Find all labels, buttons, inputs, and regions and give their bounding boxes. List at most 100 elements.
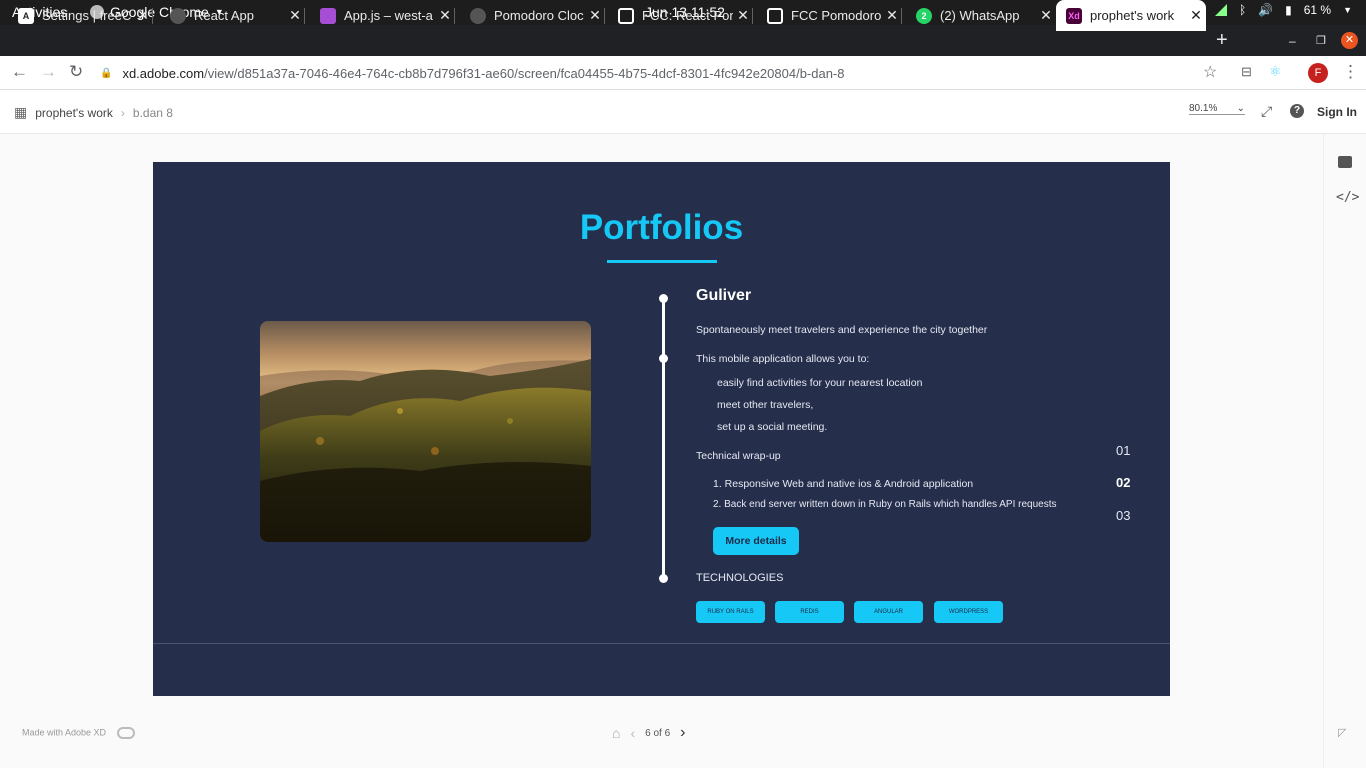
chevron-right-icon[interactable]: › bbox=[680, 724, 685, 742]
forest-landscape-image bbox=[260, 321, 591, 542]
forward-arrow-icon[interactable]: → bbox=[40, 62, 57, 82]
tab-title: prophet's work bbox=[1090, 8, 1175, 23]
slide-number[interactable]: 03 bbox=[1116, 508, 1130, 523]
bluetooth-icon: ᛒ bbox=[1238, 3, 1247, 17]
whatsapp-icon: 2 bbox=[916, 7, 932, 24]
timeline-line bbox=[662, 298, 665, 580]
tech-tag[interactable]: ANGULAR bbox=[854, 601, 923, 623]
new-tab-button[interactable]: + bbox=[1216, 25, 1228, 56]
reload-icon[interactable]: ↻ bbox=[69, 62, 83, 82]
minimize-button[interactable]: – bbox=[1289, 25, 1296, 56]
tab-fcc-pomodoro[interactable]: FCC Pomodoro ✕ bbox=[757, 0, 902, 31]
close-icon[interactable]: ✕ bbox=[435, 7, 455, 24]
project-link[interactable]: prophet's work bbox=[35, 106, 113, 120]
home-icon[interactable]: ⌂ bbox=[612, 725, 620, 741]
made-with-xd[interactable]: Made with Adobe XD bbox=[22, 727, 135, 739]
project-image bbox=[260, 321, 591, 542]
tab-title: Pomodoro Cloc bbox=[494, 8, 584, 23]
close-icon: ✕ bbox=[1341, 32, 1358, 49]
maximize-button[interactable]: ❐ bbox=[1316, 25, 1326, 56]
screen-name: b.dan 8 bbox=[132, 105, 173, 120]
tab-prophets-work[interactable]: Xd prophet's work ✕ bbox=[1056, 0, 1206, 31]
section-heading: Portfolios bbox=[579, 208, 744, 247]
close-icon[interactable]: ✕ bbox=[882, 7, 902, 24]
zoom-select[interactable]: 80.1% ⌄ bbox=[1189, 103, 1245, 115]
chevron-left-icon[interactable]: ‹ bbox=[630, 725, 635, 741]
close-icon[interactable]: ✕ bbox=[733, 7, 753, 24]
close-icon[interactable]: ✕ bbox=[585, 7, 605, 24]
globe-icon bbox=[470, 7, 486, 24]
creative-cloud-icon bbox=[116, 727, 135, 739]
feature-item: easily find activities for your nearest … bbox=[717, 377, 923, 389]
url-path: /view/d851a37a-7046-46e4-764c-cb8b7d796f… bbox=[204, 65, 845, 81]
tab-react-app[interactable]: React App ✕ bbox=[160, 0, 305, 31]
tab-title: Settings | freeC bbox=[42, 8, 132, 23]
close-icon[interactable]: ✕ bbox=[285, 7, 305, 24]
address-toolbar: ← → ↻ 🔒 xd.adobe.com/view/d851a37a-7046-… bbox=[0, 56, 1366, 90]
breadcrumb: ▦ prophet's work › b.dan 8 bbox=[14, 104, 173, 121]
extension-icon[interactable]: ⊟ bbox=[1241, 64, 1252, 80]
tech-tag[interactable]: REDIS bbox=[775, 601, 844, 623]
url-field[interactable]: 🔒 xd.adobe.com/view/d851a37a-7046-46e4-7… bbox=[100, 60, 1230, 86]
system-tray[interactable]: ᛒ 🔊 ▮ 61 % ▼ bbox=[1214, 3, 1352, 17]
technologies-title: TECHNOLOGIES bbox=[696, 572, 784, 584]
sign-in-link[interactable]: Sign In bbox=[1317, 105, 1357, 119]
chevron-right-icon: › bbox=[120, 105, 125, 120]
project-intro: This mobile application allows you to: bbox=[696, 353, 870, 365]
tab-title: React App bbox=[194, 8, 254, 23]
close-window-button[interactable]: ✕ bbox=[1341, 25, 1358, 56]
chevron-down-icon: ▼ bbox=[1343, 5, 1352, 15]
wrap-up-title: Technical wrap-up bbox=[696, 450, 781, 462]
codepen-icon bbox=[618, 7, 634, 24]
back-arrow-icon[interactable]: ← bbox=[11, 62, 28, 82]
url-host: xd.adobe.com bbox=[122, 65, 205, 81]
feature-item: set up a social meeting. bbox=[717, 421, 828, 433]
artboard: Portfolios Guliver Spontaneously meet tr… bbox=[153, 162, 1170, 696]
tab-whatsapp[interactable]: 2 (2) WhatsApp ✕ bbox=[906, 0, 1056, 31]
lock-icon: 🔒 bbox=[100, 67, 113, 79]
volume-icon: 🔊 bbox=[1258, 3, 1274, 17]
fullscreen-icon[interactable]: ⤢ bbox=[1261, 103, 1272, 120]
tech-tag[interactable]: WORDPRESS bbox=[934, 601, 1003, 623]
right-side-panel: </> ◸ bbox=[1323, 134, 1366, 768]
tab-title: (2) WhatsApp bbox=[940, 8, 1020, 23]
tech-tag[interactable]: RUBY ON RAILS bbox=[696, 601, 765, 623]
close-icon[interactable]: ✕ bbox=[1186, 7, 1206, 24]
wrap-up-item: 1. Responsive Web and native ios & Andro… bbox=[713, 478, 974, 490]
heading-underline bbox=[607, 260, 717, 263]
divider bbox=[153, 643, 1170, 644]
tab-title: App.js – west-a bbox=[344, 8, 433, 23]
project-title: Guliver bbox=[696, 287, 752, 304]
menu-dots-icon[interactable]: ⋮ bbox=[1342, 62, 1359, 82]
grid-icon[interactable]: ▦ bbox=[14, 104, 27, 121]
timeline-dot bbox=[659, 354, 668, 363]
close-icon[interactable]: ✕ bbox=[133, 7, 153, 24]
tab-pomodoro-clock[interactable]: Pomodoro Cloc ✕ bbox=[460, 0, 605, 31]
timeline-dot bbox=[659, 294, 668, 303]
tab-fcc-react-pomodoro[interactable]: FCC: React Pom ✕ bbox=[608, 0, 753, 31]
profile-avatar[interactable]: F bbox=[1308, 63, 1328, 83]
codepen-icon bbox=[767, 7, 783, 24]
adobe-xd-icon: Xd bbox=[1066, 7, 1082, 24]
code-icon[interactable]: </> bbox=[1336, 190, 1359, 205]
slide-number[interactable]: 01 bbox=[1116, 443, 1130, 458]
feature-item: meet other travelers, bbox=[717, 399, 814, 411]
tab-appjs[interactable]: App.js – west-a ✕ bbox=[310, 0, 455, 31]
stackblitz-icon bbox=[320, 7, 336, 24]
help-icon[interactable]: ? bbox=[1290, 104, 1304, 118]
tab-title: FCC: React Pom bbox=[642, 8, 733, 23]
more-details-button[interactable]: More details bbox=[713, 527, 799, 555]
comment-icon[interactable] bbox=[1338, 156, 1352, 168]
collapse-icon[interactable]: ◸ bbox=[1338, 726, 1346, 739]
close-icon[interactable]: ✕ bbox=[1036, 7, 1056, 24]
react-devtools-icon[interactable]: ⚛ bbox=[1269, 63, 1282, 80]
tab-title: FCC Pomodoro bbox=[791, 8, 882, 23]
timeline-dot bbox=[659, 574, 668, 583]
star-icon[interactable]: ☆ bbox=[1203, 62, 1217, 82]
globe-icon bbox=[170, 7, 186, 24]
xd-header: ▦ prophet's work › b.dan 8 80.1% ⌄ ⤢ ? Si… bbox=[0, 90, 1366, 134]
tab-settings[interactable]: A Settings | freeC ✕ bbox=[8, 0, 153, 31]
slide-number-active[interactable]: 02 bbox=[1116, 475, 1130, 490]
zoom-value: 80.1% bbox=[1189, 103, 1218, 114]
wrap-up-item: 2. Back end server written down in Ruby … bbox=[713, 499, 1057, 510]
